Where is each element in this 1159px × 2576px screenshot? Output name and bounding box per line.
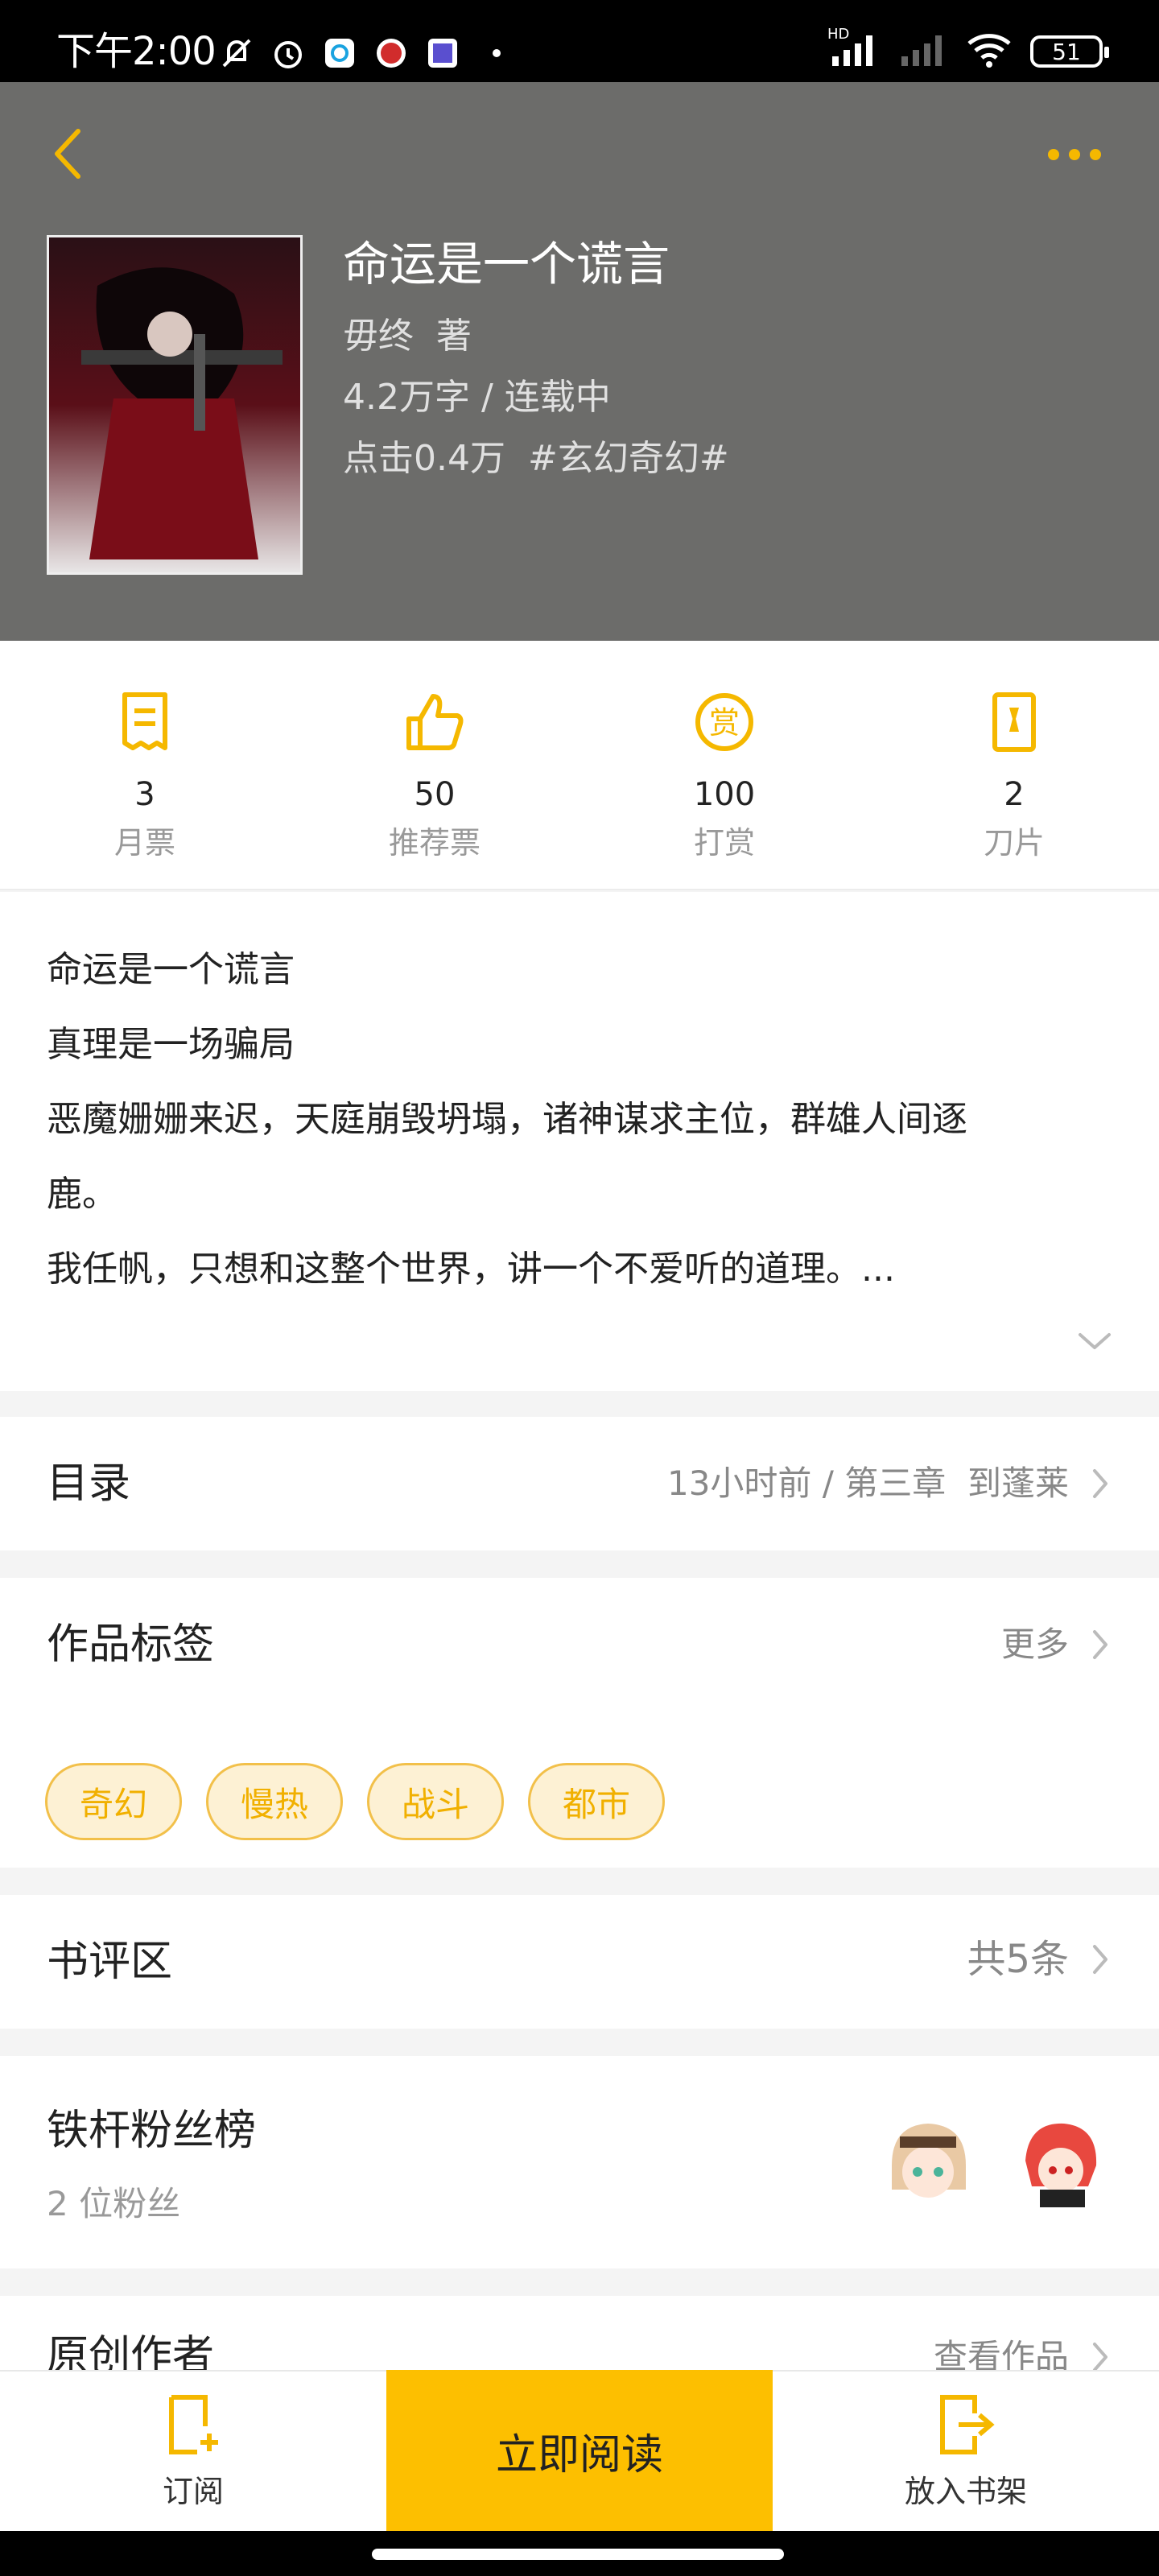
status-notification-icons	[219, 31, 501, 76]
book-header: 命运是一个谎言 毋终 著 4.2万字 / 连载中 点击0.4万 #玄幻奇幻#	[0, 82, 1159, 641]
battery-indicator: 51	[1030, 35, 1109, 68]
status-bar: 下午2:00 HD 51	[0, 0, 1159, 82]
reward-icon: 赏	[688, 686, 761, 758]
fans-section[interactable]: 铁杆粉丝榜 2 位粉丝	[0, 2056, 1159, 2268]
tag-list: 奇幻 慢热 战斗 都市	[45, 1763, 666, 1840]
wifi-icon	[966, 32, 1013, 71]
stats-row: 3 月票 50 推荐票 赏 100 打赏 2 刀片	[0, 641, 1159, 890]
dot-icon	[1069, 149, 1080, 160]
svg-text:赏: 赏	[709, 705, 740, 741]
stat-monthly-ticket[interactable]: 3 月票	[0, 641, 290, 889]
description-line: 恶魔姗姗来迟，天庭崩毁坍塌，诸神谋求主位，群雄人间逐	[47, 1099, 967, 1140]
catalog-title: 目录	[47, 1459, 131, 1508]
fan-avatar[interactable]	[876, 2109, 980, 2214]
stat-label: 月票	[113, 825, 175, 861]
tags-section: 作品标签 更多 奇幻 慢热 战斗 都市	[0, 1578, 1159, 1868]
stat-reward[interactable]: 赏 100 打赏	[580, 641, 869, 889]
chevron-right-icon	[1088, 1943, 1112, 1975]
tags-more-link[interactable]: 更多	[1001, 1620, 1112, 1669]
stat-label: 推荐票	[388, 825, 481, 861]
serial-status: 连载中	[504, 377, 611, 418]
stat-value: 50	[414, 776, 456, 813]
update-time: 13小时前	[666, 1463, 812, 1503]
alarm-icon	[270, 35, 306, 71]
stat-label: 打赏	[693, 825, 755, 861]
stat-blade[interactable]: 2 刀片	[869, 641, 1159, 889]
separator: /	[822, 1463, 834, 1503]
description-line: 我任帆，只想和这整个世界，讲一个不爱听的道理。...	[47, 1249, 895, 1290]
add-to-shelf-button[interactable]: 放入书架	[773, 2372, 1159, 2533]
subscribe-icon	[169, 2394, 218, 2454]
author-suffix: 著	[435, 316, 472, 357]
read-now-button[interactable]: 立即阅读	[386, 2370, 773, 2531]
reviews-count-link: 共5条	[967, 1935, 1112, 1984]
stat-value: 3	[134, 776, 155, 813]
stat-value: 100	[693, 776, 756, 813]
status-system-icons: HD 51	[827, 26, 1109, 74]
latest-chapter-info: 13小时前 / 第三章 到蓬莱	[667, 1459, 1112, 1508]
book-meta-line: 4.2万字 / 连载中	[343, 377, 611, 418]
click-count: 点击0.4万	[343, 438, 505, 479]
chevron-right-icon	[1088, 1629, 1112, 1661]
more-notifications-dot	[493, 49, 501, 57]
book-author-line[interactable]: 毋终 著	[343, 312, 472, 361]
description-line: 真理是一场骗局	[47, 1024, 295, 1065]
tag-chip[interactable]: 都市	[528, 1763, 666, 1840]
latest-chapter: 第三章 到蓬莱	[844, 1463, 1069, 1503]
genre-tag[interactable]: #玄幻奇幻#	[528, 438, 729, 479]
mute-icon	[219, 35, 254, 71]
fans-count: 2 位粉丝	[47, 2184, 181, 2223]
fans-title: 铁杆粉丝榜	[47, 2107, 257, 2155]
tag-chip[interactable]: 慢热	[206, 1763, 344, 1840]
more-label: 更多	[1000, 1624, 1069, 1664]
gesture-nav-bar	[0, 2531, 1159, 2576]
signal-icon	[897, 32, 948, 71]
subscribe-button[interactable]: 订阅	[0, 2372, 386, 2533]
add-to-shelf-label: 放入书架	[904, 2473, 1027, 2509]
reviews-count: 共5条	[967, 1937, 1069, 1982]
tags-title: 作品标签	[47, 1620, 215, 1669]
author-name[interactable]: 毋终	[343, 316, 414, 357]
stat-label: 刀片	[983, 825, 1045, 861]
dot-icon	[1048, 149, 1059, 160]
chevron-left-icon	[55, 129, 80, 179]
word-count: 4.2万字	[343, 377, 470, 418]
status-time: 下午2:00	[56, 29, 217, 74]
book-title: 命运是一个谎言	[343, 237, 670, 291]
description-line: 命运是一个谎言	[47, 949, 295, 990]
dot-icon	[1090, 149, 1101, 160]
reviews-title: 书评区	[47, 1938, 173, 1986]
back-button[interactable]	[39, 118, 95, 190]
app-notification-icon	[322, 35, 357, 71]
thumbs-up-icon	[398, 686, 471, 758]
book-cover[interactable]	[47, 235, 303, 575]
add-to-shelf-icon	[940, 2394, 995, 2454]
book-stats-line: 点击0.4万 #玄幻奇幻#	[343, 435, 729, 483]
monthly-ticket-icon	[109, 686, 181, 758]
home-indicator[interactable]	[372, 2549, 784, 2560]
signal-icon: HD	[827, 26, 879, 71]
book-description[interactable]: 命运是一个谎言 真理是一场骗局 恶魔姗姗来迟，天庭崩毁坍塌，诸神谋求主位，群雄人…	[0, 892, 1159, 1391]
blade-icon	[978, 686, 1050, 758]
subscribe-label: 订阅	[162, 2473, 224, 2509]
app-notification-icon	[373, 35, 409, 71]
description-line: 鹿。	[47, 1174, 118, 1215]
network-label: HD	[827, 26, 850, 43]
reviews-row[interactable]: 书评区 共5条	[0, 1895, 1159, 2029]
fan-avatar[interactable]	[1008, 2109, 1112, 2214]
app-notification-icon	[425, 35, 460, 71]
chevron-right-icon	[1088, 2341, 1112, 2373]
tag-chip[interactable]: 战斗	[367, 1763, 505, 1840]
stat-recommend[interactable]: 50 推荐票	[290, 641, 580, 889]
chevron-right-icon	[1088, 1468, 1112, 1500]
tag-chip[interactable]: 奇幻	[45, 1763, 183, 1840]
catalog-row[interactable]: 目录 13小时前 / 第三章 到蓬莱	[0, 1417, 1159, 1550]
stat-value: 2	[1004, 776, 1025, 813]
chevron-down-icon[interactable]	[1077, 1323, 1112, 1359]
more-options-button[interactable]	[1038, 130, 1111, 179]
